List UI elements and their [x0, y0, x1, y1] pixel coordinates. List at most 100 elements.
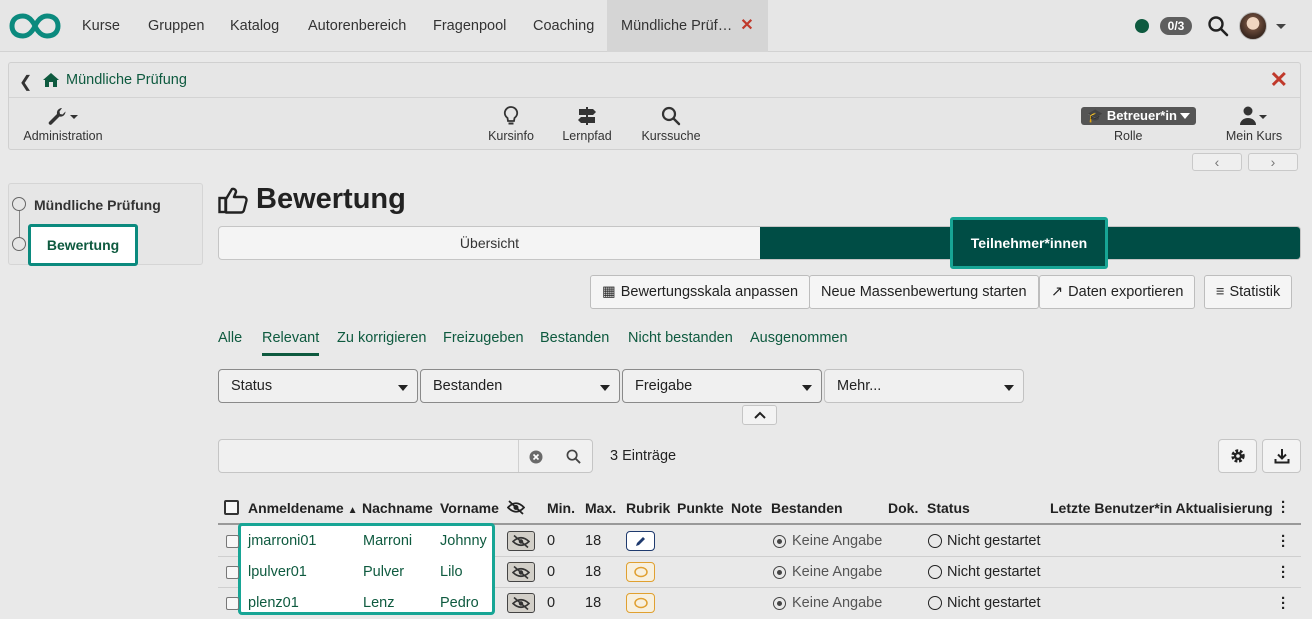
cell-passed: Keine Angabe — [792, 533, 883, 549]
eye-slash-icon[interactable] — [507, 531, 535, 551]
nav-tab-course[interactable]: Mündliche Prüf… ✕ — [607, 0, 768, 52]
my-course-button[interactable]: Mein Kurs — [1223, 103, 1285, 143]
cell-firstname[interactable]: Pedro — [440, 595, 479, 611]
back-icon[interactable]: ❮ — [19, 72, 32, 92]
column-last-update[interactable]: Letzte Benutzer*in Aktualisierung — [1050, 500, 1273, 516]
search-icon[interactable] — [1207, 15, 1229, 37]
row-options-icon[interactable]: · · · — [1281, 529, 1286, 554]
wrench-icon — [23, 103, 103, 129]
divider — [9, 97, 1300, 98]
openolat-logo[interactable] — [9, 12, 61, 40]
nav-coaching[interactable]: Coaching — [533, 0, 594, 52]
cell-login[interactable]: lpulver01 — [248, 564, 307, 580]
rubric-empty-icon[interactable] — [626, 562, 655, 582]
passed-filter[interactable]: Bestanden — [420, 369, 620, 403]
mass-grading-button[interactable]: Neue Massenbewertung starten — [809, 275, 1039, 309]
column-doc[interactable]: Dok. — [888, 500, 918, 516]
cell-firstname[interactable]: Johnny — [440, 533, 487, 549]
filter-tab-relevant[interactable]: Relevant — [262, 330, 320, 356]
filter-tab-alle[interactable]: Alle — [218, 330, 242, 346]
next-page-button[interactable]: › — [1248, 153, 1298, 171]
menu-root-item[interactable]: Mündliche Prüfung — [34, 197, 161, 213]
search-icon — [639, 103, 703, 129]
eye-slash-icon — [507, 500, 525, 515]
course-title[interactable]: Mündliche Prüfung — [66, 72, 187, 88]
more-filter[interactable]: Mehr... — [824, 369, 1024, 403]
column-login[interactable]: Anmeldename ▲ — [248, 500, 358, 516]
previous-page-button[interactable]: ‹ — [1192, 153, 1242, 171]
collapse-filters-button[interactable] — [742, 405, 777, 425]
tab-uebersicht[interactable]: Übersicht — [219, 227, 760, 259]
column-passed[interactable]: Bestanden — [771, 500, 843, 516]
eye-slash-icon[interactable] — [507, 593, 535, 613]
table-search-input[interactable] — [218, 439, 593, 473]
column-note[interactable]: Note — [731, 500, 762, 516]
close-tab-icon[interactable]: ✕ — [740, 17, 753, 34]
tab-teilnehmer[interactable]: Teilnehmer*innen — [950, 217, 1108, 269]
row-checkbox[interactable] — [226, 597, 239, 610]
rubric-empty-icon[interactable] — [626, 593, 655, 613]
row-checkbox[interactable] — [226, 535, 239, 548]
column-rubric[interactable]: Rubrik — [626, 500, 670, 516]
avatar[interactable] — [1239, 12, 1267, 40]
download-button[interactable] — [1262, 439, 1301, 473]
filter-tab-zu-korrigieren[interactable]: Zu korrigieren — [337, 330, 426, 346]
select-all-checkbox[interactable] — [224, 500, 239, 515]
column-points[interactable]: Punkte — [677, 500, 724, 516]
menu-item-bewertung[interactable]: Bewertung — [28, 224, 138, 266]
kursinfo-button[interactable]: Kursinfo — [481, 103, 541, 143]
cell-firstname[interactable]: Lilo — [440, 564, 463, 580]
chevron-down-icon[interactable] — [1276, 24, 1286, 29]
cell-lastname[interactable]: Marroni — [363, 533, 412, 549]
column-max[interactable]: Max. — [585, 500, 616, 516]
row-options-icon[interactable]: · · · — [1281, 560, 1286, 585]
role-select[interactable]: 🎓 Betreuer*in — [1081, 107, 1196, 125]
mass-grading-label: Neue Massenbewertung starten — [821, 284, 1027, 300]
cell-lastname[interactable]: Lenz — [363, 595, 394, 611]
nav-gruppen[interactable]: Gruppen — [148, 0, 204, 52]
row-checkbox[interactable] — [226, 566, 239, 579]
home-icon[interactable] — [43, 73, 59, 87]
nav-kurse[interactable]: Kurse — [82, 0, 120, 52]
scale-button[interactable]: ▦ Bewertungsskala anpassen — [590, 275, 811, 309]
status-circle-icon — [928, 534, 942, 548]
eye-slash-icon[interactable] — [507, 562, 535, 582]
export-button[interactable]: ↗ Daten exportieren — [1039, 275, 1196, 309]
statistics-button[interactable]: ≡ Statistik — [1204, 275, 1293, 309]
release-filter[interactable]: Freigabe — [622, 369, 822, 403]
row-options-icon[interactable]: · · · — [1281, 591, 1286, 616]
nav-fragenpool[interactable]: Fragenpool — [433, 0, 506, 52]
kurssuche-label: Kurssuche — [641, 129, 701, 143]
pencil-icon[interactable] — [626, 531, 655, 551]
cell-lastname[interactable]: Pulver — [363, 564, 404, 580]
release-filter-label: Freigabe — [635, 378, 693, 394]
column-min[interactable]: Min. — [547, 500, 575, 516]
column-options-icon[interactable]: · · · — [1281, 495, 1286, 520]
notification-badge[interactable]: 0/3 — [1160, 17, 1192, 35]
nav-katalog[interactable]: Katalog — [230, 0, 279, 52]
filter-tab-bestanden[interactable]: Bestanden — [540, 330, 609, 346]
cell-min: 0 — [547, 564, 556, 580]
search-icon[interactable] — [566, 449, 581, 464]
kurssuche-button[interactable]: Kurssuche — [639, 103, 703, 143]
clear-search-icon[interactable] — [529, 450, 543, 464]
column-firstname[interactable]: Vorname — [440, 500, 499, 516]
filter-tab-freizugeben[interactable]: Freizugeben — [443, 330, 524, 346]
filter-tab-ausgenommen[interactable]: Ausgenommen — [750, 330, 848, 346]
course-menu: Mündliche Prüfung Bewertung — [8, 183, 203, 266]
export-button-label: Daten exportieren — [1068, 284, 1184, 300]
column-status[interactable]: Status — [927, 500, 970, 516]
table-settings-button[interactable] — [1218, 439, 1257, 473]
cell-status: Nicht gestartet — [947, 564, 1041, 580]
cell-login[interactable]: plenz01 — [248, 595, 299, 611]
page-title: Bewertung — [218, 183, 406, 216]
close-course-icon[interactable]: ✕ — [1270, 67, 1288, 93]
column-lastname[interactable]: Nachname — [362, 500, 433, 516]
nav-autorenbereich[interactable]: Autorenbereich — [308, 0, 406, 52]
cell-login[interactable]: jmarroni01 — [248, 533, 317, 549]
filter-tab-nicht-bestanden[interactable]: Nicht bestanden — [628, 330, 733, 346]
administration-button[interactable]: Administration — [23, 103, 103, 143]
lernpfad-button[interactable]: Lernpfad — [557, 103, 617, 143]
status-filter[interactable]: Status — [218, 369, 418, 403]
page-title-text: Bewertung — [256, 183, 406, 215]
